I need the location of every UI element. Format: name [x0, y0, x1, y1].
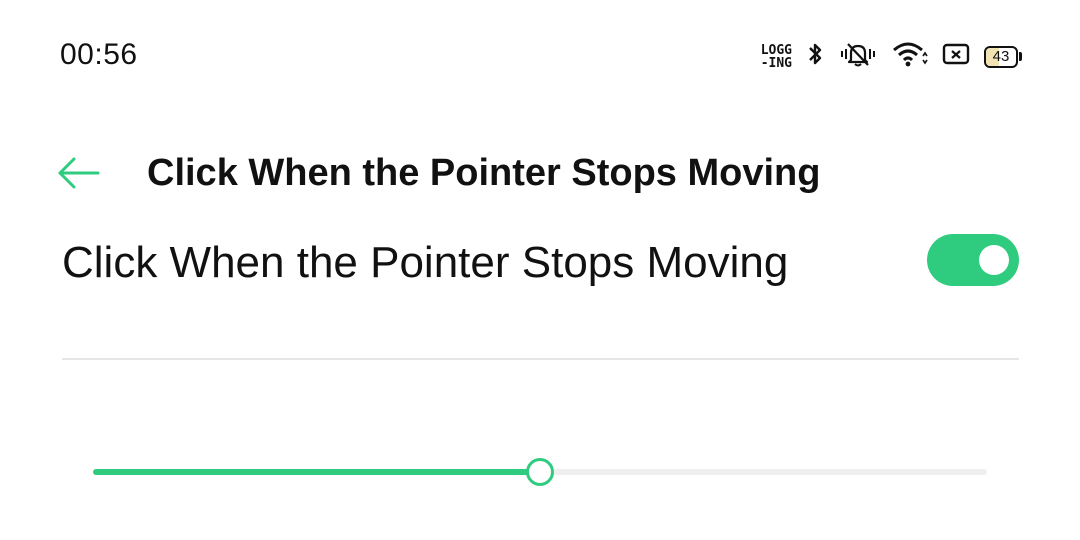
screen-record-icon: [942, 42, 970, 71]
logging-indicator: LOGG -ING: [760, 42, 792, 71]
page-title: Click When the Pointer Stops Moving: [147, 152, 821, 194]
arrow-left-icon: [56, 157, 102, 200]
slider-thumb[interactable]: [526, 458, 554, 486]
status-bar: 00:56 LOGG -ING 43: [0, 0, 1080, 112]
click-on-stop-setting-row[interactable]: Click When the Pointer Stops Moving: [62, 226, 1020, 300]
back-button[interactable]: [56, 150, 102, 196]
status-time: 00:56: [60, 38, 138, 71]
bluetooth-icon: [806, 41, 824, 72]
status-icons: LOGG -ING 43: [761, 40, 1022, 73]
battery-level: 43: [992, 48, 1010, 65]
slider-fill: [93, 469, 540, 475]
click-on-stop-toggle[interactable]: [927, 234, 1019, 286]
wifi-icon: [892, 40, 928, 73]
vibrate-icon: [838, 40, 878, 73]
toggle-knob: [979, 245, 1009, 275]
setting-label: Click When the Pointer Stops Moving: [62, 238, 789, 287]
divider: [62, 358, 1019, 360]
delay-slider[interactable]: [93, 452, 987, 492]
battery-icon: 43: [984, 45, 1022, 68]
